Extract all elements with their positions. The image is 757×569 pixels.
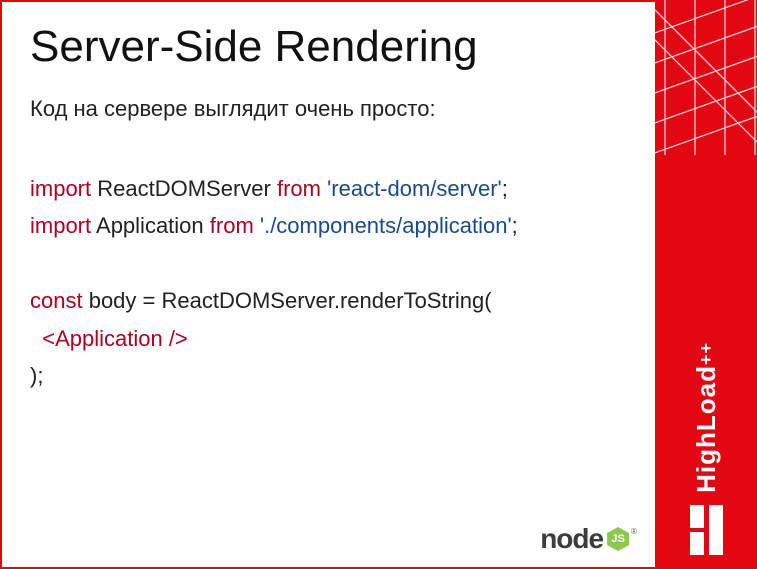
logo-bar xyxy=(709,505,723,555)
string-literal: './components/application' xyxy=(254,213,512,238)
code-text: ); xyxy=(30,363,43,388)
sidebar: HighLoad++ xyxy=(655,0,757,569)
code-text: body = ReactDOMServer.renderToString( xyxy=(83,288,492,313)
keyword-import: import xyxy=(30,213,91,238)
logo-bar xyxy=(690,532,704,555)
identifier: ReactDOMServer xyxy=(91,176,277,201)
sidebar-pattern xyxy=(655,0,757,155)
code-block: import ReactDOMServer from 'react-dom/se… xyxy=(30,170,627,394)
pattern-icon xyxy=(655,0,757,155)
nodejs-text: node xyxy=(540,523,603,555)
string-literal: 'react-dom/server' xyxy=(321,176,502,201)
slide-main: Server-Side Rendering Код на сервере выг… xyxy=(0,0,655,569)
identifier: Application xyxy=(91,213,210,238)
code-line-1: import ReactDOMServer from 'react-dom/se… xyxy=(30,170,627,207)
code-blank-line xyxy=(30,245,627,282)
logo-bar xyxy=(690,505,704,528)
keyword-const: const xyxy=(30,288,83,313)
semicolon: ; xyxy=(502,176,508,201)
keyword-from: from xyxy=(277,176,321,201)
nodejs-logo: node JS ® xyxy=(540,523,637,555)
code-line-3: const body = ReactDOMServer.renderToStri… xyxy=(30,282,627,319)
code-line-4: <Application /> xyxy=(30,320,627,357)
brand-name: HighLoad xyxy=(691,365,721,493)
highload-logo-icon xyxy=(690,505,723,555)
indent xyxy=(30,326,42,351)
sidebar-brand: HighLoad++ xyxy=(691,342,722,493)
code-line-2: import Application from './components/ap… xyxy=(30,207,627,244)
trademark-symbol: ® xyxy=(631,527,637,536)
code-line-5: ); xyxy=(30,357,627,394)
slide-title: Server-Side Rendering xyxy=(30,22,627,72)
keyword-from: from xyxy=(210,213,254,238)
semicolon: ; xyxy=(512,213,518,238)
keyword-import: import xyxy=(30,176,91,201)
brand-plus: ++ xyxy=(696,342,716,365)
jsx-tag: <Application /> xyxy=(42,326,188,351)
nodejs-hex-icon: JS xyxy=(607,527,629,551)
slide-subtitle: Код на сервере выглядит очень просто: xyxy=(30,96,627,122)
